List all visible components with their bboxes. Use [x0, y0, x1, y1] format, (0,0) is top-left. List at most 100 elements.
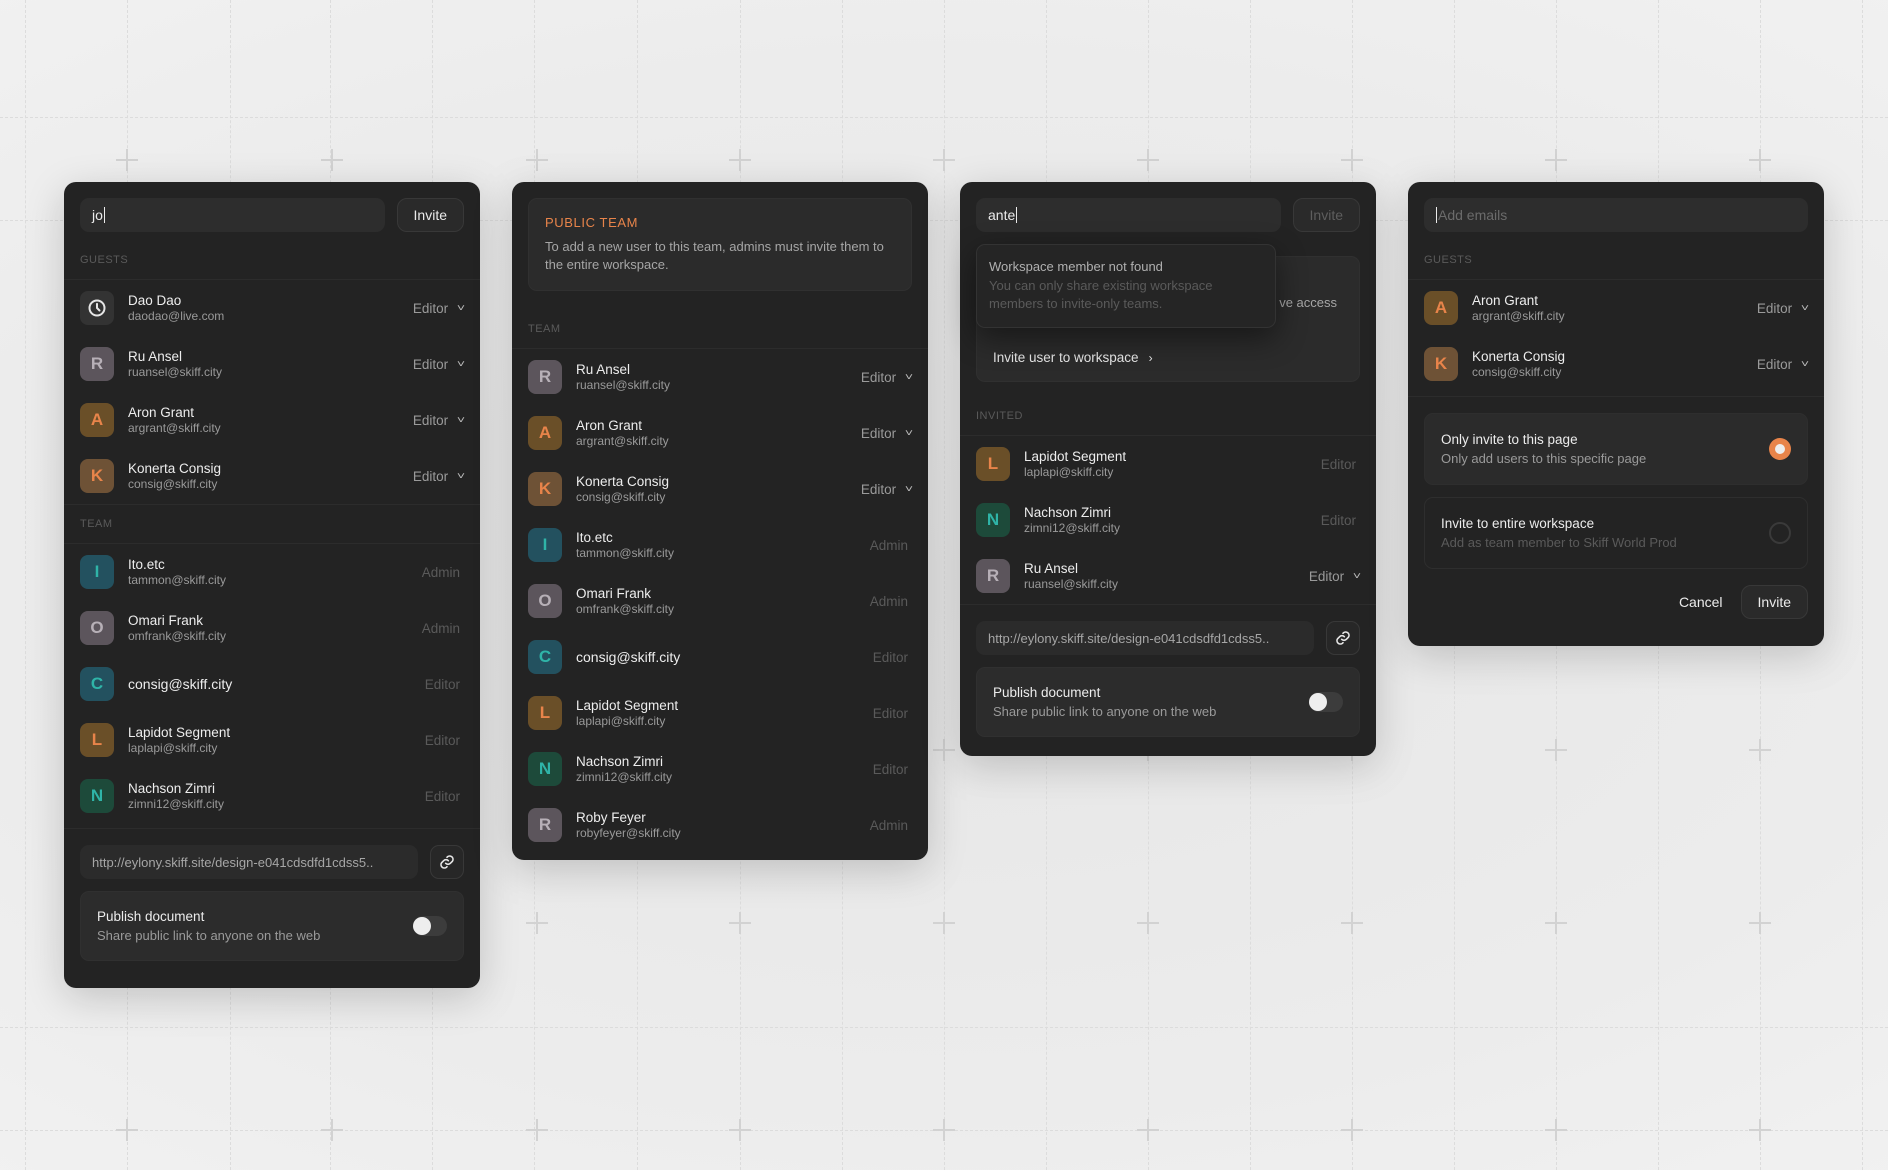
- grid-plus-marker: [526, 912, 548, 934]
- avatar: A: [80, 403, 114, 437]
- role-value: Editor: [872, 761, 908, 777]
- chevron-down-icon: ˅: [456, 414, 466, 426]
- radio-selected[interactable]: [1769, 438, 1791, 460]
- grid-plus-marker: [116, 149, 138, 171]
- member-row: N Nachson Zimri zimni12@skiff.city Editor: [512, 741, 928, 797]
- invite-user-to-workspace-link[interactable]: Invite user to workspace ›: [993, 350, 1153, 365]
- member-name: Aron Grant: [576, 418, 643, 433]
- member-name: Ru Ansel: [128, 349, 183, 364]
- member-email: consig@skiff.city: [576, 490, 666, 504]
- role-label: Editor: [1321, 513, 1360, 528]
- public-team-notice: PUBLIC TEAM To add a new user to this te…: [528, 198, 912, 291]
- notice-description: To add a new user to this team, admins m…: [545, 239, 884, 272]
- member-info: Ru Ansel ruansel@skiff.city: [1024, 561, 1309, 591]
- member-name: consig@skiff.city: [576, 649, 681, 665]
- role-dropdown[interactable]: Editor ˅: [861, 426, 914, 441]
- member-email: consig@skiff.city: [128, 477, 218, 491]
- invite-workspace-label: Invite user to workspace: [993, 350, 1139, 365]
- role-dropdown[interactable]: Editor ˅: [1757, 301, 1809, 316]
- member-row: A Aron Grant argrant@skiff.city Editor ˅: [512, 405, 928, 461]
- publish-toggle[interactable]: [1309, 692, 1343, 712]
- role-value: Editor: [412, 468, 449, 484]
- grid-plus-marker: [1341, 912, 1363, 934]
- role-value: Editor: [1756, 356, 1793, 372]
- role-dropdown[interactable]: Editor ˅: [861, 482, 914, 497]
- cancel-button[interactable]: Cancel: [1679, 594, 1723, 610]
- copy-link-button[interactable]: [1326, 621, 1360, 655]
- publish-document-card: Publish document Share public link to an…: [976, 667, 1360, 737]
- member-info: Roby Feyer robyfeyer@skiff.city: [576, 810, 870, 840]
- share-panel-private-team: ante Invite Workspace member not found Y…: [960, 182, 1376, 756]
- add-emails-input[interactable]: Add emails: [1424, 198, 1808, 232]
- chevron-down-icon: ˅: [904, 427, 914, 439]
- member-info: Lapidot Segment laplapi@skiff.city: [128, 725, 425, 755]
- notice-partial-text: ve access: [1279, 295, 1337, 310]
- member-name: Aron Grant: [128, 405, 195, 420]
- grid-plus-marker: [526, 1119, 548, 1141]
- member-name: Konerta Consig: [1472, 349, 1566, 364]
- member-name: Ru Ansel: [1024, 561, 1079, 576]
- member-info: Lapidot Segment laplapi@skiff.city: [1024, 449, 1321, 479]
- invite-panel: Add emails GUESTS A Aron Grant argrant@ski…: [1408, 182, 1824, 646]
- grid-line: [0, 1027, 1888, 1028]
- role-dropdown[interactable]: Editor ˅: [861, 370, 913, 385]
- search-input[interactable]: ante: [976, 198, 1281, 232]
- member-email: zimni12@skiff.city: [128, 797, 224, 811]
- member-name: Konerta Consig: [128, 461, 222, 476]
- role-value: Editor: [424, 732, 460, 748]
- member-info: Aron Grant argrant@skiff.city: [128, 405, 413, 435]
- role-dropdown[interactable]: Editor ˅: [412, 300, 465, 316]
- avatar: C: [80, 667, 114, 701]
- share-link-field[interactable]: http://eylony.skiff.site/design-e041cdsd…: [80, 845, 418, 879]
- role-dropdown[interactable]: Editor ˅: [1756, 356, 1809, 372]
- link-icon: [440, 855, 454, 869]
- grid-plus-marker: [321, 149, 343, 171]
- role-value: Editor: [412, 300, 449, 316]
- role-dropdown[interactable]: Editor ˅: [413, 413, 466, 428]
- invite-submit-button[interactable]: Invite: [1740, 585, 1808, 619]
- role-value: Admin: [869, 537, 908, 553]
- grid-plus-marker: [1341, 149, 1363, 171]
- option-entire-workspace[interactable]: Invite to entire workspace Add as team m…: [1424, 497, 1808, 569]
- member-row: O Omari Frank omfrank@skiff.city Admin: [512, 573, 928, 629]
- role-label: Editor: [425, 733, 464, 748]
- role-value: Editor: [872, 705, 908, 721]
- avatar: A: [528, 416, 562, 450]
- avatar: R: [976, 559, 1010, 593]
- option-only-this-page[interactable]: Only invite to this page Only add users …: [1424, 413, 1808, 485]
- publish-title: Publish document: [97, 909, 205, 924]
- member-row: R Roby Feyer robyfeyer@skiff.city Admin: [512, 797, 928, 853]
- radio-unselected[interactable]: [1769, 522, 1791, 544]
- member-email: zimni12@skiff.city: [1024, 521, 1120, 535]
- member-name: Lapidot Segment: [1024, 449, 1127, 464]
- member-name: Omari Frank: [576, 586, 652, 601]
- section-label-guests: GUESTS: [64, 240, 480, 280]
- grid-plus-marker: [526, 149, 548, 171]
- publish-toggle[interactable]: [413, 916, 447, 936]
- avatar: O: [528, 584, 562, 618]
- section-label-team: TEAM: [512, 309, 928, 349]
- role-dropdown[interactable]: Editor ˅: [1309, 569, 1361, 584]
- role-value: Editor: [1320, 456, 1356, 472]
- member-row: A Aron Grant argrant@skiff.city Editor ˅: [1408, 280, 1824, 336]
- option-description: Only add users to this specific page: [1441, 451, 1647, 466]
- member-row: N Nachson Zimri zimni12@skiff.city Editor: [960, 492, 1376, 548]
- member-info: Lapidot Segment laplapi@skiff.city: [576, 698, 873, 728]
- member-row: O Omari Frank omfrank@skiff.city Admin: [64, 600, 480, 656]
- team-list: I Ito.etc tammon@skiff.city Admin O Omari Fra…: [64, 544, 480, 824]
- role-dropdown[interactable]: Editor ˅: [412, 468, 465, 484]
- role-dropdown[interactable]: Editor ˅: [413, 357, 465, 372]
- chevron-down-icon: ˅: [904, 483, 914, 495]
- member-email: laplapi@skiff.city: [576, 714, 666, 728]
- member-row: R Ru Ansel ruansel@skiff.city Editor ˅: [960, 548, 1376, 604]
- grid-plus-marker: [933, 1119, 955, 1141]
- member-email: omfrank@skiff.city: [576, 602, 674, 616]
- publish-description: Share public link to anyone on the web: [97, 928, 321, 943]
- copy-link-button[interactable]: [430, 845, 464, 879]
- search-input[interactable]: jo: [80, 198, 385, 232]
- share-link-field[interactable]: http://eylony.skiff.site/design-e041cdsd…: [976, 621, 1314, 655]
- invite-button[interactable]: Invite: [1292, 198, 1360, 232]
- section-label-team: TEAM: [64, 504, 480, 544]
- avatar: N: [976, 503, 1010, 537]
- invite-button[interactable]: Invite: [396, 198, 464, 232]
